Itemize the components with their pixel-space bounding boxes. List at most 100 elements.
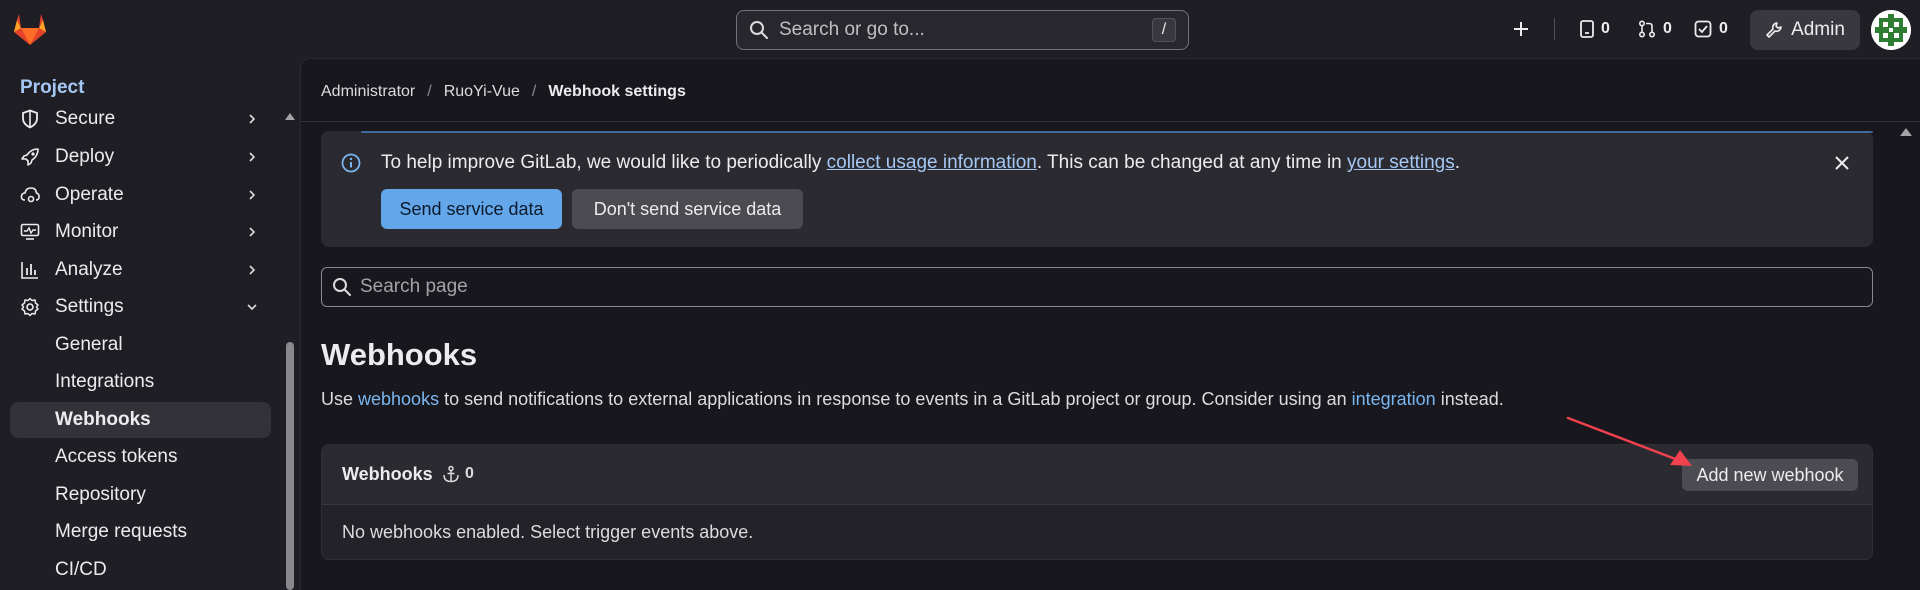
sidebar-item-label: Operate bbox=[55, 184, 124, 205]
sidebar-subitem-label: General bbox=[55, 334, 123, 355]
description-text: to send notifications to external applic… bbox=[439, 389, 1352, 409]
webhooks-card-title: Webhooks bbox=[342, 464, 433, 484]
sidebar-subitem-repository[interactable]: Repository bbox=[10, 477, 271, 513]
search-icon bbox=[332, 277, 352, 297]
wrench-icon bbox=[1765, 21, 1783, 39]
issues-counter-button[interactable]: 0 bbox=[1580, 0, 1610, 58]
main-scrollbar[interactable] bbox=[1899, 125, 1913, 139]
alert-message: To help improve GitLab, we would like to… bbox=[381, 152, 1460, 174]
main-content: Administrator / RuoYi-Vue / Webhook sett… bbox=[300, 58, 1920, 590]
plus-icon bbox=[1512, 20, 1530, 38]
sidebar-item-label: Analyze bbox=[55, 259, 123, 280]
info-icon bbox=[341, 153, 361, 173]
sidebar: Project Secure Deploy Operate Monitor An… bbox=[0, 58, 300, 590]
your-settings-link[interactable]: your settings bbox=[1347, 152, 1455, 173]
anchor-icon bbox=[442, 465, 460, 483]
description-text: Use bbox=[321, 389, 359, 409]
sidebar-subitem-integrations[interactable]: Integrations bbox=[10, 364, 271, 400]
merge-requests-count: 0 bbox=[1663, 20, 1672, 37]
chevron-right-icon bbox=[245, 188, 259, 202]
webhooks-docs-link[interactable]: webhooks bbox=[358, 389, 439, 409]
gear-icon bbox=[20, 297, 40, 317]
sidebar-subitem-label: Merge requests bbox=[55, 521, 188, 542]
search-icon bbox=[749, 20, 769, 40]
rocket-icon bbox=[20, 147, 40, 167]
send-service-data-button[interactable]: Send service data bbox=[381, 189, 562, 229]
todos-count: 0 bbox=[1719, 20, 1728, 37]
dont-send-service-data-button[interactable]: Don't send service data bbox=[572, 189, 803, 229]
webhooks-card-header: Webhooks 0 Add new webhook bbox=[322, 445, 1872, 505]
breadcrumb-item-current[interactable]: Webhook settings bbox=[548, 83, 686, 101]
search-placeholder: Search or go to... bbox=[779, 19, 925, 40]
webhooks-count: 0 bbox=[465, 465, 474, 482]
merge-requests-counter-button[interactable]: 0 bbox=[1638, 0, 1672, 58]
breadcrumb-separator: / bbox=[531, 83, 537, 100]
chevron-right-icon bbox=[245, 112, 259, 126]
chevron-right-icon bbox=[245, 263, 259, 277]
sidebar-title: Project bbox=[20, 77, 85, 98]
chart-icon bbox=[20, 260, 40, 280]
top-bar: Search or go to... / 0 0 0 Admin bbox=[0, 0, 1920, 58]
sidebar-subitem-access-tokens[interactable]: Access tokens bbox=[10, 439, 271, 475]
sidebar-item-label: Settings bbox=[55, 296, 124, 317]
global-search-input[interactable]: Search or go to... / bbox=[736, 10, 1189, 50]
breadcrumb-separator: / bbox=[427, 83, 432, 100]
page-description: Use webhooks to send notifications to ex… bbox=[321, 389, 1504, 410]
issues-count: 0 bbox=[1601, 20, 1610, 37]
todo-checkbox-icon bbox=[1694, 20, 1712, 38]
sidebar-scrollbar-thumb[interactable] bbox=[286, 342, 294, 590]
admin-area-button[interactable]: Admin bbox=[1750, 10, 1860, 50]
webhooks-empty-state: No webhooks enabled. Select trigger even… bbox=[342, 522, 754, 542]
breadcrumb-item-administrator[interactable]: Administrator bbox=[321, 83, 415, 101]
sidebar-item-monitor[interactable]: Monitor bbox=[10, 214, 271, 250]
scroll-up-arrow-icon bbox=[285, 113, 295, 120]
sidebar-item-label: Monitor bbox=[55, 221, 119, 242]
header-divider bbox=[1554, 18, 1555, 40]
chevron-right-icon bbox=[245, 225, 259, 239]
sidebar-subitem-label: Access tokens bbox=[55, 446, 178, 467]
breadcrumb-divider bbox=[301, 121, 1920, 122]
chevron-down-icon bbox=[245, 300, 259, 314]
create-new-button[interactable] bbox=[1508, 0, 1534, 58]
sidebar-subitem-label: Repository bbox=[55, 484, 146, 505]
sidebar-subitem-ci-cd[interactable]: CI/CD bbox=[10, 552, 271, 588]
sidebar-item-label: Deploy bbox=[55, 146, 115, 167]
breadcrumb: Administrator / RuoYi-Vue / Webhook sett… bbox=[321, 83, 686, 101]
sidebar-item-operate[interactable]: Operate bbox=[10, 177, 271, 213]
close-icon[interactable] bbox=[1833, 154, 1851, 172]
monitor-icon bbox=[20, 222, 40, 242]
sidebar-item-label: Secure bbox=[55, 108, 116, 129]
scroll-up-arrow-icon bbox=[1900, 128, 1912, 136]
sidebar-subitem-general[interactable]: General bbox=[10, 327, 271, 363]
collect-usage-link[interactable]: collect usage information bbox=[827, 152, 1037, 173]
todos-counter-button[interactable]: 0 bbox=[1694, 0, 1728, 58]
sidebar-item-analyze[interactable]: Analyze bbox=[10, 252, 271, 288]
alert-accent-line bbox=[361, 131, 1873, 133]
sidebar-subitem-label: Integrations bbox=[55, 371, 155, 392]
issues-icon bbox=[1580, 20, 1594, 38]
add-new-webhook-button[interactable]: Add new webhook bbox=[1682, 459, 1858, 491]
alert-text: To help improve GitLab, we would like to… bbox=[381, 152, 827, 173]
sidebar-subitem-merge-requests[interactable]: Merge requests bbox=[10, 514, 271, 550]
breadcrumb-item-project[interactable]: RuoYi-Vue bbox=[444, 83, 520, 101]
webhooks-card: Webhooks 0 Add new webhook No webhooks e… bbox=[321, 444, 1873, 560]
sidebar-item-deploy[interactable]: Deploy bbox=[10, 139, 271, 175]
sidebar-item-secure[interactable]: Secure bbox=[10, 101, 271, 137]
cloud-gear-icon bbox=[20, 185, 40, 205]
sidebar-subitem-label: Webhooks bbox=[55, 409, 151, 430]
description-text: instead. bbox=[1435, 389, 1504, 409]
page-search-input[interactable]: Search page bbox=[321, 267, 1873, 307]
integration-link[interactable]: integration bbox=[1352, 389, 1436, 409]
sidebar-subitem-label: CI/CD bbox=[55, 559, 107, 580]
sidebar-subitem-webhooks[interactable]: Webhooks bbox=[10, 402, 271, 438]
alert-text: . bbox=[1454, 152, 1461, 173]
admin-label: Admin bbox=[1791, 19, 1845, 40]
chevron-right-icon bbox=[245, 150, 259, 164]
sidebar-item-settings[interactable]: Settings bbox=[10, 289, 271, 325]
merge-request-icon bbox=[1638, 20, 1656, 38]
page-title: Webhooks bbox=[321, 337, 478, 372]
user-avatar[interactable] bbox=[1871, 10, 1911, 50]
page-search-placeholder: Search page bbox=[360, 276, 468, 297]
gitlab-logo-icon[interactable] bbox=[12, 12, 48, 46]
usage-data-alert: To help improve GitLab, we would like to… bbox=[321, 131, 1873, 247]
